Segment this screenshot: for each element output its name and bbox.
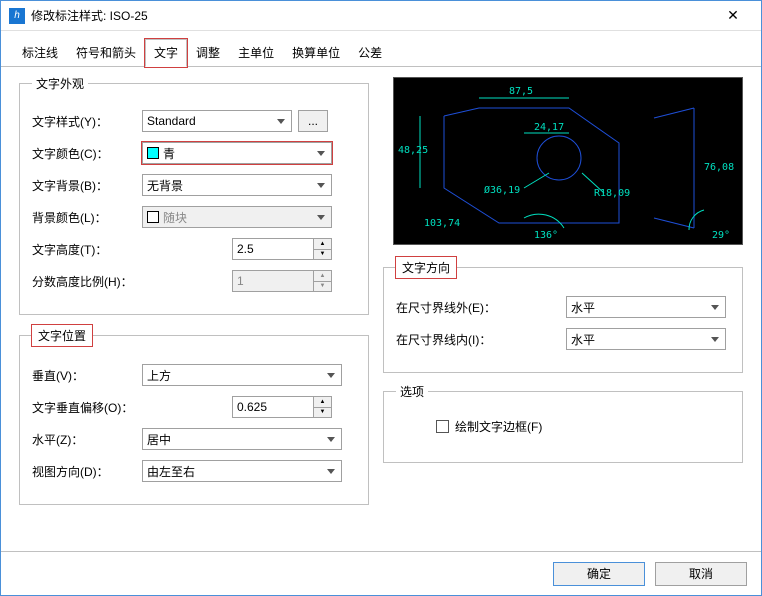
input-frac-height bbox=[233, 271, 313, 291]
label-bg-color: 背景颜色(L)： bbox=[32, 209, 142, 226]
spin-frac-height: ▲▼ bbox=[232, 270, 332, 292]
select-outside[interactable]: 水平 bbox=[566, 296, 726, 318]
spin-down-icon: ▼ bbox=[314, 282, 331, 292]
label-outside: 在尺寸界线外(E)： bbox=[396, 299, 566, 316]
spin-text-height[interactable]: ▲▼ bbox=[232, 238, 332, 260]
preview-pane: 87,5 48,25 24,17 76,08 Ø36,19 R18,09 103… bbox=[393, 77, 743, 245]
select-vertical[interactable]: 上方 bbox=[142, 364, 342, 386]
label-view-dir: 视图方向(D)： bbox=[32, 463, 142, 480]
tab-text[interactable]: 文字 bbox=[145, 39, 187, 67]
tab-tolerances[interactable]: 公差 bbox=[349, 39, 391, 66]
spin-up-icon[interactable]: ▲ bbox=[314, 397, 331, 408]
spin-up-icon[interactable]: ▲ bbox=[314, 239, 331, 250]
color-swatch-cyan bbox=[147, 147, 159, 159]
group-options: 选项 绘制文字边框(F) bbox=[383, 383, 743, 463]
select-view-dir[interactable]: 由左至右 bbox=[142, 460, 342, 482]
select-bg-color-value: 随块 bbox=[163, 209, 187, 226]
dialog-footer: 确定 取消 bbox=[1, 551, 761, 595]
preview-radius: R18,09 bbox=[594, 188, 630, 199]
group-text-appearance: 文字外观 文字样式(Y)： Standard ... 文字颜色(C)： 青 bbox=[19, 75, 369, 315]
group-text-direction: 文字方向 在尺寸界线外(E)： 水平 在尺寸界线内(I)： 水平 bbox=[383, 257, 743, 373]
tab-symbols-arrows[interactable]: 符号和箭头 bbox=[67, 39, 145, 66]
close-button[interactable]: ✕ bbox=[713, 2, 753, 30]
select-view-dir-value: 由左至右 bbox=[147, 463, 195, 480]
preview-dim-left: 48,25 bbox=[398, 145, 428, 156]
label-vertical: 垂直(V)： bbox=[32, 367, 142, 384]
select-text-bg-value: 无背景 bbox=[147, 177, 183, 194]
legend-direction: 文字方向 bbox=[396, 257, 456, 278]
content-area: 文字外观 文字样式(Y)： Standard ... 文字颜色(C)： 青 bbox=[1, 67, 761, 572]
checkbox-draw-frame-label: 绘制文字边框(F) bbox=[455, 418, 542, 435]
select-horizontal-value: 居中 bbox=[147, 431, 171, 448]
ok-button[interactable]: 确定 bbox=[553, 562, 645, 586]
select-bg-color: 随块 bbox=[142, 206, 332, 228]
preview-angle1: 136° bbox=[534, 230, 558, 241]
spin-offset[interactable]: ▲▼ bbox=[232, 396, 332, 418]
select-outside-value: 水平 bbox=[571, 299, 595, 316]
label-offset: 文字垂直偏移(O)： bbox=[32, 399, 232, 416]
tab-fit[interactable]: 调整 bbox=[187, 39, 229, 66]
right-column: 文字方向 在尺寸界线外(E)： 水平 在尺寸界线内(I)： 水平 选项 bbox=[383, 257, 743, 473]
window-title: 修改标注样式: ISO-25 bbox=[31, 7, 713, 24]
title-bar: h 修改标注样式: ISO-25 ✕ bbox=[1, 1, 761, 31]
label-text-style: 文字样式(Y)： bbox=[32, 113, 142, 130]
app-icon: h bbox=[9, 8, 25, 24]
tab-dim-lines[interactable]: 标注线 bbox=[13, 39, 67, 66]
preview-ordinate: 103,74 bbox=[424, 218, 460, 229]
label-text-height: 文字高度(T)： bbox=[32, 241, 232, 258]
tab-strip: 标注线 符号和箭头 文字 调整 主单位 换算单位 公差 bbox=[1, 31, 761, 67]
left-column: 文字外观 文字样式(Y)： Standard ... 文字颜色(C)： 青 bbox=[19, 75, 369, 505]
browse-text-style-button[interactable]: ... bbox=[298, 110, 328, 132]
select-text-bg[interactable]: 无背景 bbox=[142, 174, 332, 196]
label-horizontal: 水平(Z)： bbox=[32, 431, 142, 448]
select-text-style-value: Standard bbox=[147, 114, 196, 128]
preview-dim-right: 76,08 bbox=[704, 162, 734, 173]
spin-up-icon: ▲ bbox=[314, 271, 331, 282]
input-text-height[interactable] bbox=[233, 239, 313, 259]
select-inside-value: 水平 bbox=[571, 331, 595, 348]
spin-down-icon[interactable]: ▼ bbox=[314, 408, 331, 418]
group-text-placement: 文字位置 垂直(V)： 上方 文字垂直偏移(O)： ▲▼ 水平(Z)： bbox=[19, 325, 369, 505]
select-text-style[interactable]: Standard bbox=[142, 110, 292, 132]
tab-alt-units[interactable]: 换算单位 bbox=[283, 39, 349, 66]
label-text-color: 文字颜色(C)： bbox=[32, 145, 142, 162]
preview-diameter: Ø36,19 bbox=[484, 184, 520, 196]
select-inside[interactable]: 水平 bbox=[566, 328, 726, 350]
label-text-bg: 文字背景(B)： bbox=[32, 177, 142, 194]
browse-label: ... bbox=[308, 114, 318, 128]
legend-placement: 文字位置 bbox=[32, 325, 92, 346]
select-text-color[interactable]: 青 bbox=[142, 142, 332, 164]
legend-options: 选项 bbox=[396, 383, 428, 400]
preview-angle2: 29° bbox=[712, 230, 730, 241]
cancel-button[interactable]: 取消 bbox=[655, 562, 747, 586]
legend-appearance: 文字外观 bbox=[32, 75, 88, 92]
label-inside: 在尺寸界线内(I)： bbox=[396, 331, 566, 348]
label-frac-height: 分数高度比例(H)： bbox=[32, 273, 232, 290]
input-offset[interactable] bbox=[233, 397, 313, 417]
preview-svg: 87,5 48,25 24,17 76,08 Ø36,19 R18,09 103… bbox=[394, 78, 744, 246]
spin-down-icon[interactable]: ▼ bbox=[314, 250, 331, 260]
checkbox-draw-frame[interactable]: 绘制文字边框(F) bbox=[436, 418, 542, 435]
color-swatch-byblock bbox=[147, 211, 159, 223]
preview-dim-short: 24,17 bbox=[534, 122, 564, 133]
select-horizontal[interactable]: 居中 bbox=[142, 428, 342, 450]
select-vertical-value: 上方 bbox=[147, 367, 171, 384]
checkbox-box-icon bbox=[436, 420, 449, 433]
tab-primary-units[interactable]: 主单位 bbox=[229, 39, 283, 66]
select-text-color-value: 青 bbox=[163, 145, 175, 162]
preview-dim-top: 87,5 bbox=[509, 86, 533, 97]
dialog-window: h 修改标注样式: ISO-25 ✕ 标注线 符号和箭头 文字 调整 主单位 换… bbox=[0, 0, 762, 596]
